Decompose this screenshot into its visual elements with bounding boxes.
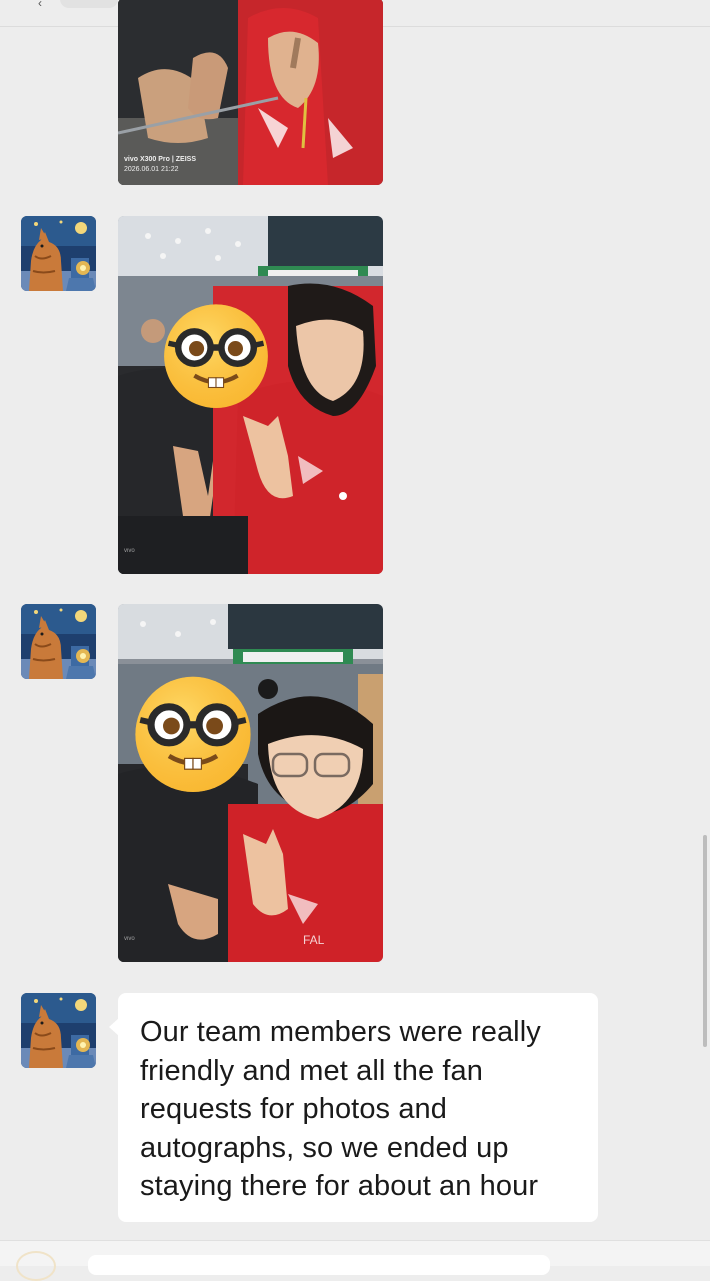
chat-photo-3[interactable]: FAL vivo (118, 604, 383, 962)
cat-painting-avatar-icon (21, 604, 96, 679)
message-input[interactable] (88, 1255, 550, 1275)
chat-photo-2[interactable]: vivo (118, 216, 383, 574)
sender-avatar[interactable] (21, 216, 96, 291)
scrollbar[interactable] (703, 835, 707, 1047)
top-pill (60, 0, 118, 8)
input-bar (0, 1240, 710, 1281)
message-text: Our team members were really friendly an… (140, 1016, 541, 1202)
chevron-left-icon[interactable]: ‹ (38, 0, 42, 10)
sender-avatar[interactable] (21, 993, 96, 1068)
message-bubble[interactable]: Our team members were really friendly an… (109, 993, 598, 1222)
nerd-face-icon (162, 300, 270, 408)
cat-painting-avatar-icon (21, 216, 96, 291)
svg-text:FAL: FAL (303, 933, 325, 947)
chat-photo-1[interactable]: vivo X300 Pro | ZEISS 2026.06.01 21:22 (118, 0, 383, 185)
photo-watermark: vivo (124, 548, 135, 554)
voice-icon[interactable] (16, 1251, 56, 1281)
photo-watermark: vivo X300 Pro | ZEISS 2026.06.01 21:22 (124, 156, 196, 173)
photo-watermark: vivo (124, 936, 135, 942)
nerd-face-icon (133, 672, 253, 792)
cat-painting-avatar-icon (21, 993, 96, 1068)
sender-avatar[interactable] (21, 604, 96, 679)
